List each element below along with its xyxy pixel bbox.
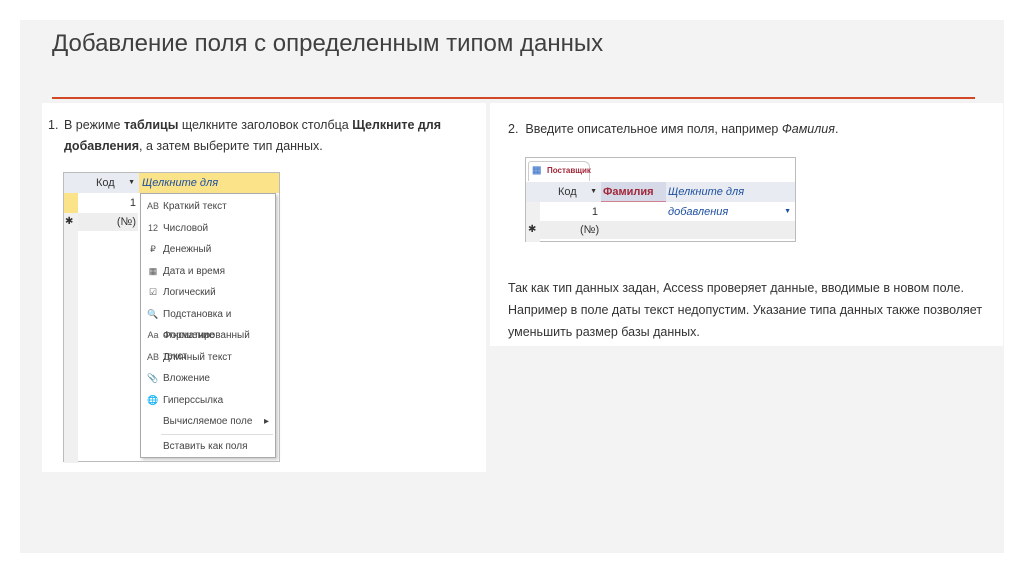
column-header-familiya[interactable]: Фамилия (601, 182, 666, 202)
menu-item-label: Длинный текст (163, 351, 232, 363)
text: Введите описательное имя поля, например (525, 122, 782, 136)
submenu-arrow-icon: ▸ (263, 416, 269, 427)
table-icon: ▦ (532, 165, 542, 176)
data-type-icon: ☑ (148, 287, 158, 297)
menu-item[interactable]: 12 Числовой (141, 218, 275, 239)
header-label: Щелкните для добавления (668, 186, 745, 218)
chevron-down-icon: ▼ (590, 188, 597, 195)
column-header-code[interactable]: Код ▼ (64, 173, 139, 193)
menu-item-label: Гиперссылка (163, 394, 224, 406)
tab-label: Поставщик (547, 166, 591, 175)
new-row-icon: ✱ (65, 216, 74, 227)
data-type-icon: ▦ (148, 265, 158, 276)
header-label: Код (558, 186, 577, 198)
cell-new[interactable]: (№) (540, 221, 795, 239)
data-type-icon: 12 (147, 222, 158, 233)
data-type-icon: AB (146, 201, 159, 211)
data-type-icon: 📎 (147, 373, 159, 383)
data-type-icon: Aa (147, 330, 159, 340)
menu-item[interactable]: AB Краткий текст (141, 196, 275, 217)
menu-item-label: Логический (163, 287, 216, 298)
bold-text: таблицы (123, 118, 179, 132)
data-type-icon: 🌐 (147, 394, 159, 405)
row-selector[interactable] (64, 193, 78, 213)
menu-item-label: Денежный (163, 244, 212, 255)
datasheet-table: Код ▼ Щелкните для добавления▼ 1 ✱ (№) AB… (63, 172, 280, 463)
step-number: 1. (48, 118, 59, 132)
header-label: Фамилия (603, 186, 654, 198)
menu-item[interactable]: ▦ Дата и время (141, 261, 275, 282)
step2-text: 2. Введите описательное имя поля, наприм… (508, 119, 988, 140)
cell-new[interactable]: (№) (78, 213, 138, 231)
datasheet-table-2: ▦ Поставщик Код ▼ Фамилия Щелкните для доб… (525, 157, 796, 242)
column-header-add[interactable]: Щелкните для добавления▼ (139, 173, 279, 209)
italic-text: Фамилия (781, 122, 835, 136)
step1-text: 1. В режиме таблицы щелкните заголовок ст… (48, 115, 478, 157)
step1-panel: 1. В режиме таблицы щелкните заголовок ст… (42, 103, 486, 472)
column-header-code[interactable]: Код ▼ (526, 182, 601, 202)
data-type-icon: ₽ (150, 244, 156, 254)
chevron-down-icon: ▼ (784, 208, 791, 215)
menu-item[interactable]: ☑ Логический (141, 282, 275, 303)
step-number: 2. (508, 122, 519, 136)
menu-item-label: Вставить как поля (163, 440, 248, 452)
title-divider (52, 97, 975, 99)
menu-item-label: Вычисляемое поле (163, 416, 253, 427)
cell-code[interactable]: 1 (540, 203, 600, 221)
text: , а затем выберите тип данных. (139, 139, 323, 153)
row-selector-column (64, 213, 78, 463)
text: В режиме (64, 118, 124, 132)
step2-panel: 2. Введите описательное имя поля, наприм… (490, 103, 1003, 346)
column-header-add[interactable]: Щелкните для добавления ▼ (666, 182, 795, 218)
menu-item[interactable]: 🌐 Гиперссылка (141, 390, 275, 411)
data-type-icon: 🔍 (147, 308, 159, 319)
menu-item-label: Дата и время (163, 265, 226, 277)
slide-title: Добавление поля с определенным типом дан… (52, 30, 604, 57)
new-row-icon: ✱ (528, 224, 537, 235)
header-label: Код (96, 177, 115, 189)
menu-item[interactable]: Вставить как поля (141, 436, 275, 457)
menu-item[interactable]: 🔍 Подстановка и отношение (141, 304, 275, 341)
data-type-menu: AB Краткий текст 12 Числовой ₽ Денежный ▦ Дата … (140, 193, 276, 458)
text: . (834, 122, 839, 136)
menu-item-label: Краткий текст (163, 201, 227, 212)
explanation-paragraph: Так как тип данных задан, Access проверя… (508, 281, 983, 339)
menu-item[interactable]: Вычисляемое поле ▸ (141, 411, 275, 432)
menu-item[interactable]: AB Длинный текст (141, 347, 275, 368)
text: щелкните заголовок столбца (178, 118, 353, 132)
chevron-down-icon: ▼ (128, 179, 135, 186)
menu-item[interactable]: Aa Форматированный текст (141, 325, 275, 362)
menu-item[interactable]: 📎 Вложение (141, 368, 275, 389)
cell-code[interactable]: 1 (78, 194, 136, 212)
menu-item-label: Числовой (163, 222, 209, 234)
data-type-icon: AB (146, 351, 159, 362)
menu-item-label: Вложение (163, 373, 210, 384)
table-tab[interactable]: ▦ Поставщик (528, 161, 591, 181)
menu-item[interactable]: ₽ Денежный (141, 239, 275, 260)
menu-separator (161, 433, 273, 435)
